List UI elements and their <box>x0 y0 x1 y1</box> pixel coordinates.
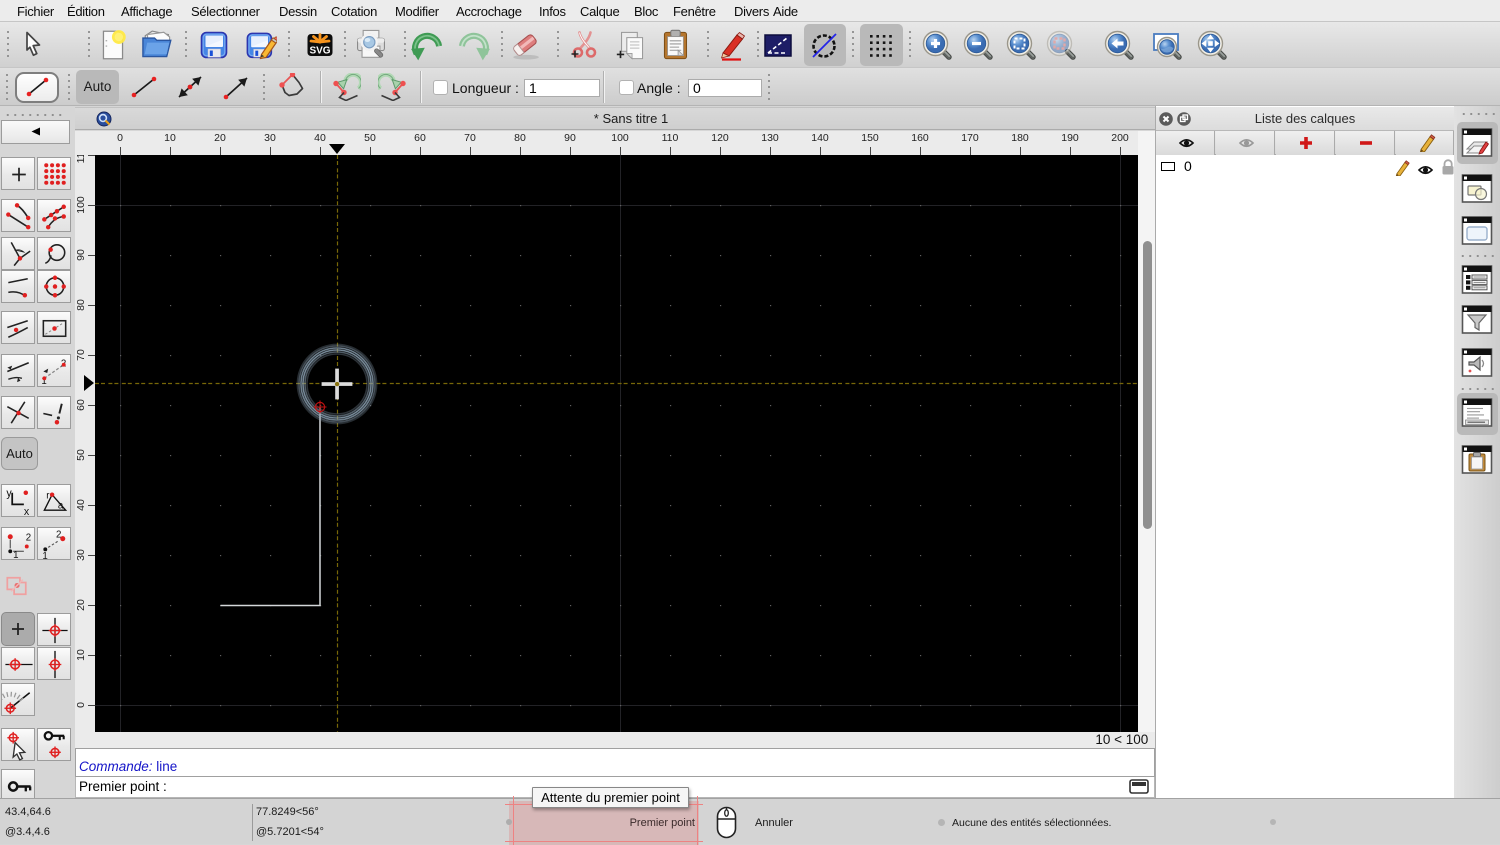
svg-text:SVG: SVG <box>309 46 330 57</box>
svg-text:1: 1 <box>13 550 18 561</box>
svg-text:1: 1 <box>42 551 47 561</box>
svg-text:x: x <box>24 506 30 518</box>
svg-text:a: a <box>58 500 64 511</box>
svg-text:2: 2 <box>26 533 31 544</box>
svg-text:2: 2 <box>56 530 61 541</box>
